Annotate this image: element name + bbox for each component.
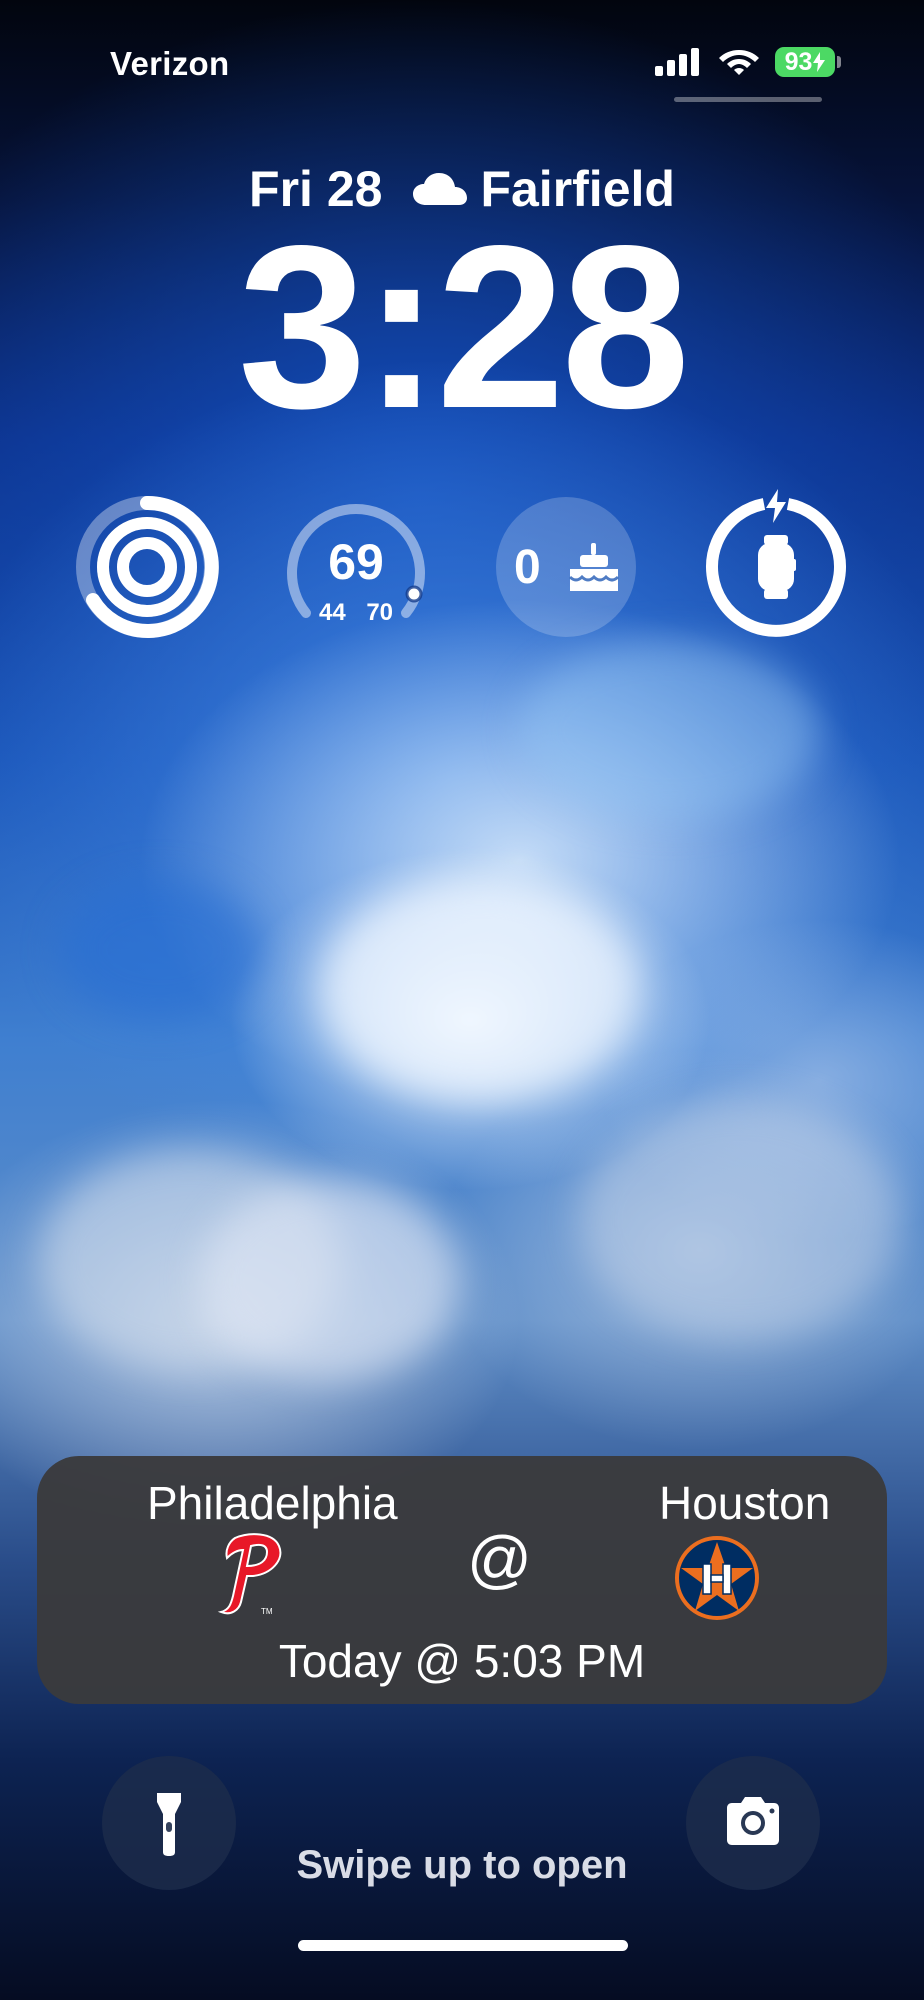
versus-separator: @ (467, 1523, 532, 1595)
activity-rings-icon (76, 495, 219, 638)
wallpaper-cloud (40, 1150, 340, 1370)
charging-bolt-icon (813, 52, 826, 72)
temperature-range: 44 70 (318, 599, 394, 626)
watch-battery-widget[interactable] (704, 489, 848, 639)
battery-cap (837, 56, 841, 68)
battery-indicator: 93 (775, 47, 835, 77)
phillies-logo: TM (217, 1533, 282, 1616)
battery-level: 93 (784, 47, 813, 76)
home-team-name: Houston (659, 1477, 831, 1529)
current-temperature: 69 (328, 534, 384, 590)
watch-icon (758, 535, 796, 599)
wallpaper-cloud (320, 880, 640, 1100)
birthdays-widget[interactable]: 0 (494, 495, 638, 639)
activity-rings-widget[interactable] (75, 495, 219, 639)
wallpaper-cloud (520, 640, 820, 820)
status-bar: Verizon 93 (0, 0, 924, 120)
wallpaper-cloud (200, 1180, 460, 1380)
away-team-name: Philadelphia (147, 1477, 398, 1529)
cake-icon (568, 543, 620, 591)
lock-screen-clock[interactable]: 3:28 (0, 212, 924, 444)
birthday-count: 0 (514, 541, 541, 594)
bolt-icon (766, 489, 786, 523)
carrier-label: Verizon (110, 45, 230, 82)
wifi-icon (719, 50, 759, 75)
wallpaper-cloud (580, 1100, 900, 1340)
camera-icon (727, 1797, 779, 1845)
weather-temperature-widget[interactable]: 69 44 70 (284, 495, 428, 639)
astros-logo (675, 1536, 759, 1620)
baseball-game-widget[interactable]: Philadelphia Houston @ TM Today @ 5:03 P… (37, 1456, 887, 1704)
wallpaper-cloud (60, 880, 260, 1020)
camera-button[interactable] (686, 1756, 820, 1890)
game-start-time: Today @ 5:03 PM (278, 1635, 646, 1687)
status-bar-indicator (674, 97, 822, 102)
svg-text:TM: TM (261, 1607, 273, 1616)
home-indicator[interactable] (298, 1940, 628, 1951)
cellular-signal-icon (655, 48, 701, 76)
lock-screen: Verizon 93 Fri 28 Fairfield 3:28 69 44 7… (0, 0, 924, 2000)
